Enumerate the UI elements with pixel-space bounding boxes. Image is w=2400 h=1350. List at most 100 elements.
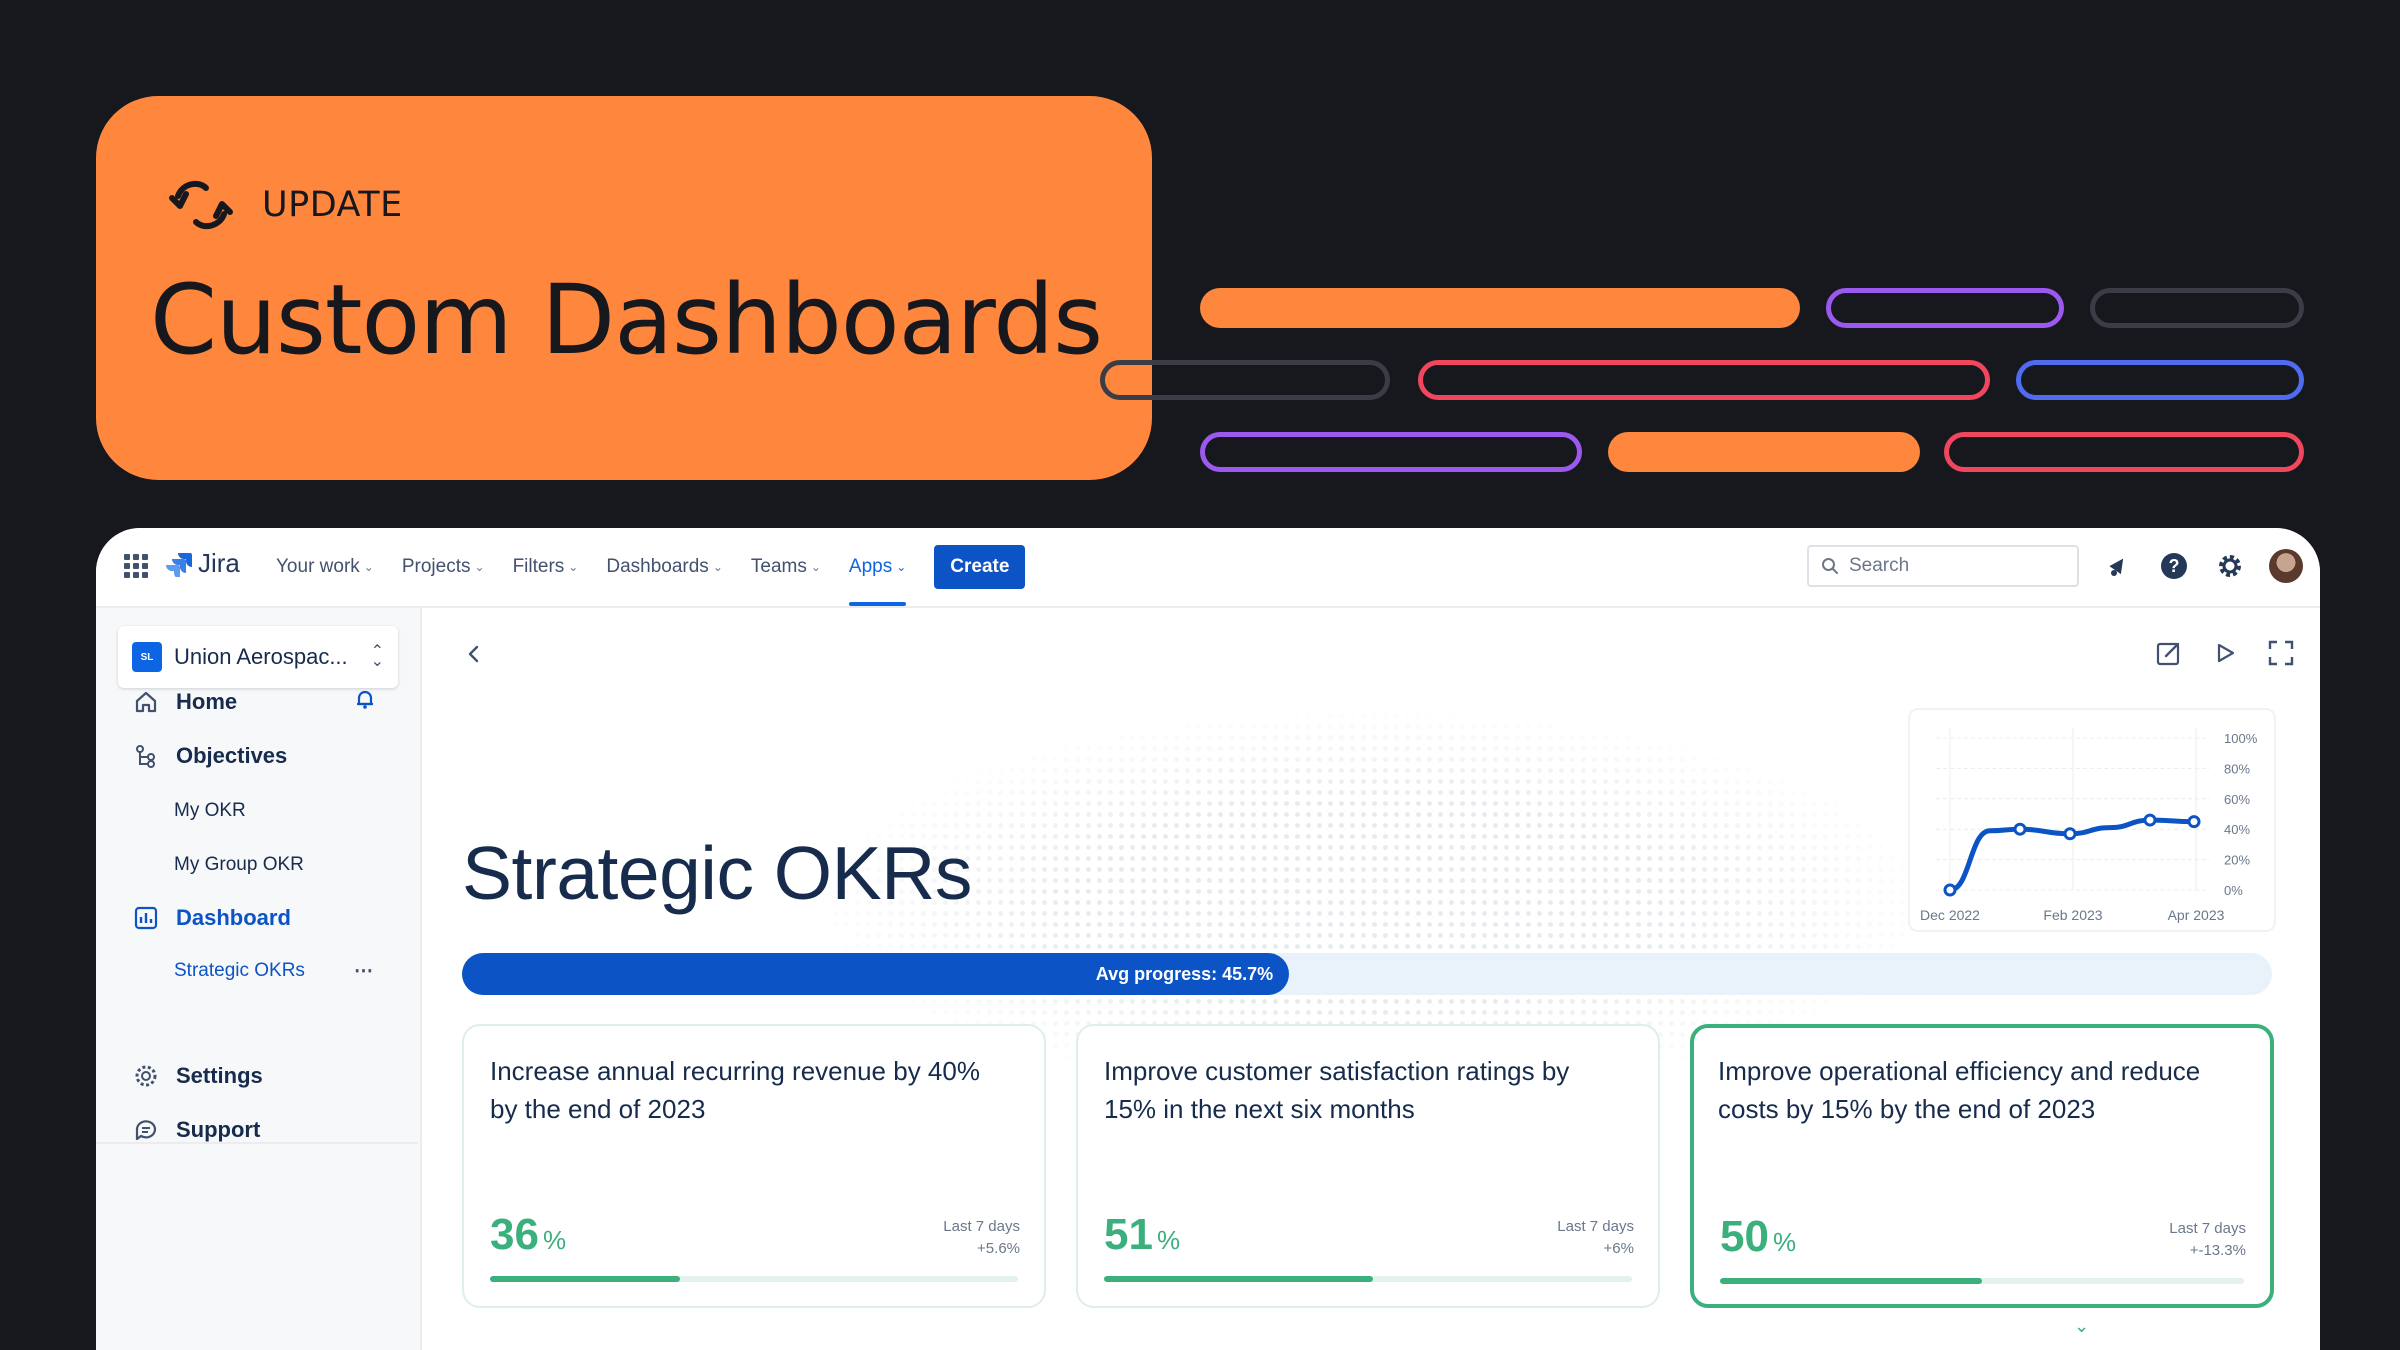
decorative-pill [1200, 432, 1582, 472]
chart-point [2143, 813, 2157, 827]
decorative-pill [1944, 432, 2304, 472]
chart-y-tick-label: 40% [2224, 822, 2250, 837]
chart-point [2013, 822, 2027, 836]
create-button[interactable]: Create [934, 545, 1026, 589]
nav-teams[interactable]: Teams ⌄ [751, 528, 821, 606]
chart-x-tick-label: Apr 2023 [2168, 907, 2225, 923]
chart-point [2063, 827, 2077, 841]
chevron-down-icon: ⌄ [810, 560, 821, 574]
okr-trend-change: +-13.3% [2189, 1242, 2246, 1259]
okr-trend-change: +5.6% [977, 1240, 1020, 1257]
sidebar-item-settings[interactable]: Settings [132, 1062, 263, 1090]
sidebar-item-label: Strategic OKRs [174, 960, 305, 981]
search-placeholder: Search [1849, 555, 1910, 576]
home-icon [132, 688, 160, 716]
search-input[interactable]: Search [1807, 545, 2079, 587]
hero-card: UPDATE Custom Dashboards [96, 96, 1152, 480]
nav-your-work[interactable]: Your work ⌄ [276, 528, 374, 606]
decorative-pill [2090, 288, 2304, 328]
nav-item-label: Projects [401, 556, 471, 577]
okr-title: Improve operational efficiency and reduc… [1718, 1056, 2201, 1124]
sidebar-item-objectives[interactable]: Objectives [132, 742, 287, 770]
more-icon[interactable]: ⋯ [354, 960, 374, 983]
decorative-pill [1200, 288, 1800, 328]
app-switcher-icon[interactable] [124, 554, 148, 578]
decorative-pill [1418, 360, 1990, 400]
okr-progress-fill [1720, 1278, 1982, 1284]
nav-item-label: Dashboards [606, 556, 709, 577]
edit-icon[interactable] [2154, 638, 2184, 668]
promo-banner: UPDATE Custom Dashboards Jira Your work … [0, 0, 2400, 1350]
avg-progress-bar: Avg progress: 45.7% [462, 953, 2272, 995]
sidebar-item-label: Settings [176, 1063, 263, 1088]
chevron-down-icon[interactable]: ⌄ [2074, 1316, 2089, 1337]
chevron-down-icon: ⌄ [568, 560, 579, 574]
support-icon [132, 1116, 160, 1144]
okr-trend-label: Last 7 days [2169, 1220, 2246, 1237]
top-navigation: Jira Your work ⌄ Projects ⌄ Filters ⌄ Dashb… [96, 528, 2320, 608]
nav-apps[interactable]: Apps ⌄ [848, 528, 907, 606]
sidebar-item-label: My OKR [174, 800, 246, 821]
sidebar-item-label: Support [176, 1117, 261, 1142]
sidebar-item-home[interactable]: Home [132, 688, 396, 716]
okr-percent-unit: % [542, 1225, 567, 1255]
dashboard-icon [132, 904, 160, 932]
chevron-left-icon[interactable] [462, 642, 486, 666]
chart-y-tick-label: 60% [2224, 792, 2250, 807]
chart-y-tick-label: 100% [2224, 731, 2258, 746]
okr-title: Increase annual recurring revenue by 40%… [490, 1056, 980, 1124]
sidebar: SL Union Aerospac... ⌃ ⌄ Home Objectives … [96, 608, 422, 1350]
sidebar-item-my-group-okr[interactable]: My Group OKR [174, 854, 304, 876]
notifications-icon[interactable] [2100, 546, 2136, 586]
update-icon [169, 180, 233, 230]
okr-trend-label: Last 7 days [1557, 1218, 1634, 1235]
sidebar-item-support[interactable]: Support [132, 1116, 260, 1144]
okr-card-selected[interactable]: Improve operational efficiency and reduc… [1690, 1024, 2274, 1308]
jira-app-window: Jira Your work ⌄ Projects ⌄ Filters ⌄ Dashb… [96, 528, 2320, 1350]
jira-logo-icon [166, 552, 192, 577]
chart-x-tick-label: Dec 2022 [1920, 907, 1980, 923]
okr-progress-fill [490, 1276, 681, 1282]
settings-icon[interactable] [2212, 546, 2248, 586]
decorative-pill [1826, 288, 2064, 328]
jira-logo[interactable]: Jira [166, 548, 240, 579]
nav-dashboards[interactable]: Dashboards ⌄ [606, 528, 723, 606]
sidebar-item-dashboard[interactable]: Dashboard [132, 904, 291, 932]
play-icon[interactable] [2210, 638, 2240, 668]
help-icon[interactable]: ? [2156, 546, 2192, 586]
chevron-down-icon: ⌄ [363, 560, 374, 574]
okr-card[interactable]: Improve customer satisfaction ratings by… [1076, 1024, 1660, 1308]
okr-percent-unit: % [1156, 1225, 1181, 1255]
chart-point [2187, 815, 2201, 829]
dashboard-toolbar [2154, 638, 2296, 668]
okr-percent-value: 36 [490, 1210, 539, 1259]
fullscreen-icon[interactable] [2266, 638, 2296, 668]
nav-filters[interactable]: Filters ⌄ [513, 528, 579, 606]
avg-progress-fill: Avg progress: 45.7% [462, 953, 1290, 995]
okr-trend-label: Last 7 days [943, 1218, 1020, 1235]
space-selector[interactable]: SL Union Aerospac... ⌃ ⌄ [118, 626, 398, 688]
nav-actions: ? [2100, 546, 2304, 586]
chart-y-tick-label: 80% [2224, 761, 2250, 776]
decorative-pill [2016, 360, 2304, 400]
search-icon [1822, 558, 1838, 574]
nav-item-label: Apps [848, 556, 893, 577]
okr-percent: 36% [490, 1210, 566, 1260]
space-name: Union Aerospac... [174, 644, 348, 669]
gear-icon [132, 1062, 160, 1090]
svg-text:?: ? [2169, 556, 2180, 576]
okr-progress-bar [490, 1276, 1018, 1282]
okr-percent: 50% [1720, 1212, 1796, 1262]
okr-card[interactable]: Increase annual recurring revenue by 40%… [462, 1024, 1046, 1308]
okr-trend: Last 7 days +6% [1557, 1216, 1634, 1260]
nav-item-label: Filters [512, 556, 565, 577]
okr-percent-unit: % [1772, 1227, 1797, 1257]
nav-projects[interactable]: Projects ⌄ [402, 528, 485, 606]
sidebar-item-strategic-okrs[interactable]: Strategic OKRs ⋯ [174, 960, 394, 982]
bell-icon[interactable] [354, 688, 376, 716]
chart-svg: 100% 80% 60% 40% 20% 0% Dec 2022 Feb 2023 Apr 20… [1920, 728, 2258, 923]
sidebar-item-my-okr[interactable]: My OKR [174, 800, 246, 822]
avatar[interactable] [2268, 546, 2304, 586]
decorative-pill [1608, 432, 1920, 472]
jira-logo-text: Jira [198, 548, 240, 578]
